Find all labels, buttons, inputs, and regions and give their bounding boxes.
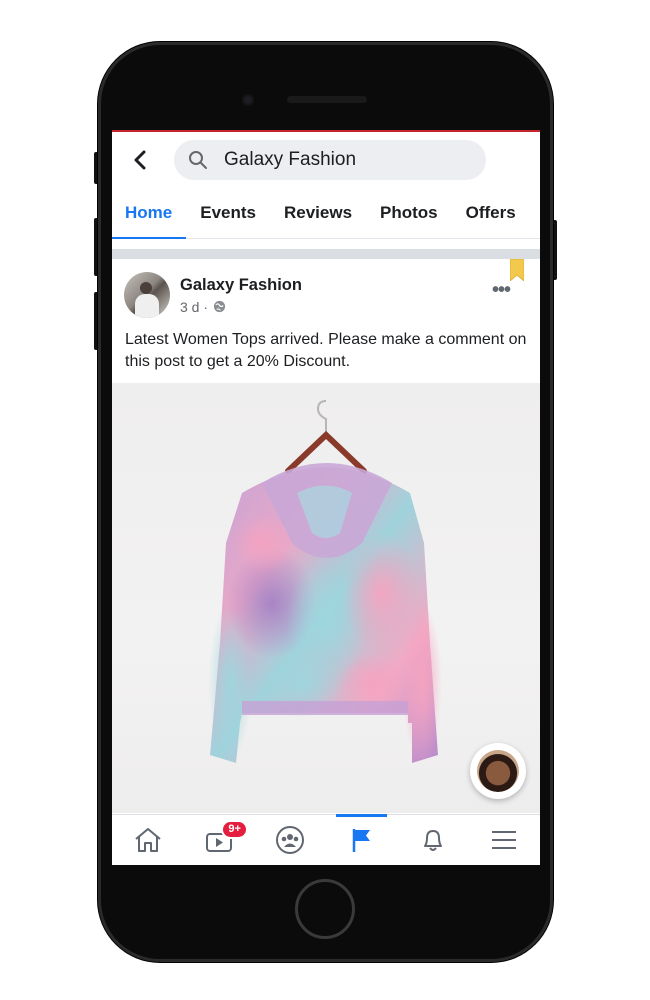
feed-post: Galaxy Fashion 3 d · ••• Latest Women To… [112,259,540,813]
more-options-icon[interactable]: ••• [492,279,511,302]
page-avatar[interactable] [124,272,170,318]
search-input[interactable]: Galaxy Fashion [174,140,486,180]
groups-icon [276,826,305,854]
search-query-text: Galaxy Fashion [224,149,357,170]
post-body-text: Latest Women Tops arrived. Please make a… [125,331,527,370]
tab-home[interactable]: Home [112,188,187,239]
phone-camera [242,94,254,106]
phone-speaker [287,96,367,103]
notification-badge: 9+ [221,820,248,839]
pages-flag-icon [352,829,370,852]
menu-icon [492,831,517,849]
tab-events[interactable]: Events [186,188,270,238]
post-photo[interactable] [112,383,540,813]
nav-watch[interactable]: 9+ [183,815,254,865]
nav-groups[interactable] [255,815,326,865]
phone-home-button[interactable] [295,879,355,939]
post-header: Galaxy Fashion 3 d · [112,259,540,319]
globe-icon [213,300,226,313]
nav-menu[interactable] [469,815,540,865]
back-arrow-icon[interactable] [130,150,150,170]
chat-head-avatar [477,750,519,792]
nav-home[interactable] [112,815,183,865]
chat-head-bubble[interactable] [470,743,526,799]
post-timestamp[interactable]: 3 d · [180,299,208,315]
post-author-name[interactable]: Galaxy Fashion [180,276,302,295]
bookmark-icon[interactable] [510,259,524,281]
search-icon [189,151,207,169]
notifications-bell-icon [423,830,442,851]
section-divider [112,249,540,259]
bottom-navigation: 9+ [112,814,540,865]
tab-photos[interactable]: Photos [366,188,452,238]
nav-notifications[interactable] [397,815,468,865]
search-header: Galaxy Fashion [112,132,540,188]
tie-dye-hoodie-photo [208,400,442,763]
nav-pages[interactable] [326,814,397,865]
app-screen: Galaxy Fashion Home Events Reviews Photo… [112,130,540,865]
tab-reviews[interactable]: Reviews [270,188,366,238]
post-meta: 3 d · [180,299,302,315]
tab-offers[interactable]: Offers [452,188,530,238]
page-tabs: Home Events Reviews Photos Offers [112,188,540,239]
home-icon [135,828,161,852]
